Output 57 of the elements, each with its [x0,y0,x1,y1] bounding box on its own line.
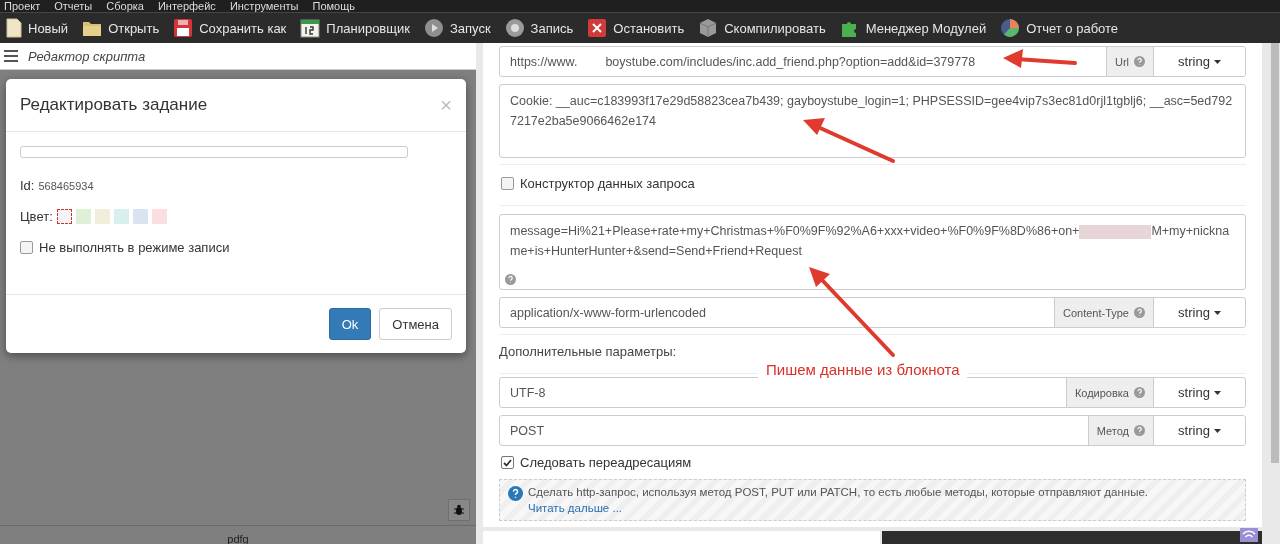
body-text-area[interactable]: message=Hi%21+Please+rate+my+Christmas+%F0%9F%92%A6+xxx+video+%F0%9F%8D%86+on+ M+my+nickname+is+HunterHunter+&send=Send+Friend+Request [499,214,1246,290]
checkbox-label: Конструктор данных запроса [520,176,695,191]
debug-button[interactable] [448,499,470,521]
field-label: Id: [20,178,35,193]
headers-text-area[interactable]: Cookie: __auc=c183993f17e29d58823cea7b439; gayboystube_login=1; PHPSESSID=gee4vip7s3ec81d0rjl1tgblj6; __asc=5ed7927217e2ba5e9066462e174 [499,84,1246,158]
toolbar-button[interactable]: Планировщик [298,14,420,42]
dialog-title: Редактировать задание [20,95,208,115]
help-icon[interactable] [505,274,516,285]
document-icon [6,18,22,38]
menu-item[interactable]: Инструменты [229,0,299,12]
cube-icon [698,18,719,38]
toolbar-button[interactable]: Остановить [585,14,695,42]
read-more-link[interactable]: Читать дальше ... [528,502,623,514]
section-label: Дополнительные параметры: [499,343,678,361]
menu-icon[interactable] [4,50,18,62]
toolbar-button[interactable]: Запись [502,14,584,42]
pie-chart-icon [1000,18,1021,38]
menu-item[interactable]: Сборка [106,0,144,12]
panel-title: Редактор скрипта [28,48,146,64]
ok-button[interactable]: Ok [328,308,372,340]
checkbox[interactable] [20,241,33,254]
play-icon [423,18,444,38]
menu-item[interactable]: Интерфейс [157,0,216,12]
close-icon [587,18,608,38]
id-value: 568465934 [38,180,94,192]
scrollbar-thumb[interactable] [1271,43,1279,463]
color-swatch[interactable] [94,209,110,224]
color-swatch[interactable] [132,209,148,224]
calendar-icon [300,18,321,38]
toolbar-button[interactable]: Менеджер Модулей [837,14,997,42]
help-icon [508,486,523,501]
color-swatch[interactable] [75,209,91,224]
toolbar-button[interactable]: Открыть [80,14,170,42]
toolbar-button[interactable]: Запуск [421,14,501,42]
checkmark-icon [503,458,512,467]
toolbar-button[interactable]: Сохранить как [171,14,297,42]
menu-item[interactable]: Помощь [312,0,355,12]
info-text: Сделать http-запрос, используя метод POST, PUT или PATCH, то есть любые методы, которые отправляют данные. Читать дальше ... [528,485,1149,516]
menu-item[interactable]: Проект [4,0,41,12]
folder-icon [82,19,103,37]
annotation-text: Пишем данные из блокнота [758,361,968,378]
toolbar-button[interactable]: Отчет о работе [998,14,1129,42]
color-swatch[interactable] [56,209,72,224]
color-swatch[interactable] [113,209,129,224]
checkbox-label: Не выполнять в режиме записи [39,240,230,255]
toolbar-button[interactable]: Новый [4,14,79,42]
record-icon [504,18,525,38]
toolbar-button[interactable]: Скомпилировать [696,14,836,42]
cancel-button[interactable]: Отмена [379,308,452,340]
checkbox[interactable] [501,177,514,190]
text-area[interactable] [20,146,408,158]
checkbox[interactable] [501,456,514,469]
field-label: Цвет: [20,209,53,224]
bug-icon [454,504,464,516]
menu-item[interactable]: Отчеты [54,0,93,12]
color-swatch[interactable] [151,209,167,224]
checkbox-label: Следовать переадресациям [520,455,692,470]
